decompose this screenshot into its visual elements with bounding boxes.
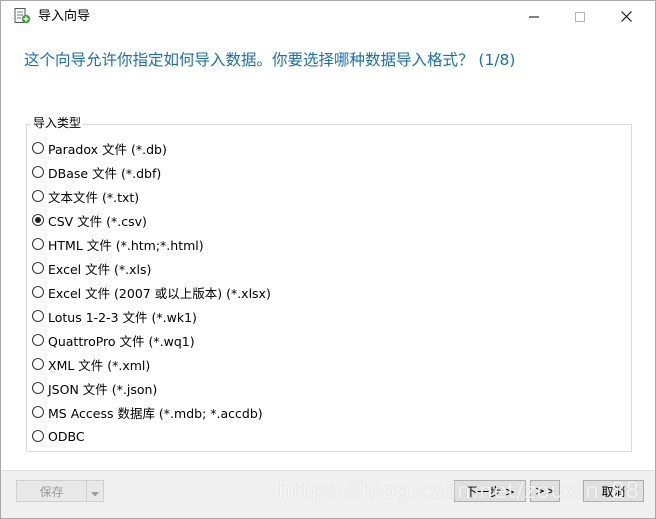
radio-label: HTML 文件 (*.htm;*.html) (48, 237, 204, 253)
radio-label: QuattroPro 文件 (*.wq1) (48, 333, 195, 349)
radio-label: XML 文件 (*.xml) (48, 357, 151, 373)
radio-option-quattropro[interactable]: QuattroPro 文件 (*.wq1) (32, 328, 271, 352)
save-button[interactable]: 保存 (17, 481, 86, 501)
maximize-icon (575, 11, 585, 22)
import-type-legend: 导入类型 (31, 115, 84, 131)
radio-option-lotus[interactable]: Lotus 1-2-3 文件 (*.wk1) (32, 304, 271, 328)
close-icon (620, 11, 632, 22)
radio-option-paradox[interactable]: Paradox 文件 (*.db) (32, 136, 271, 160)
radio-button[interactable] (32, 262, 44, 274)
import-wizard-window: 导入向导 这个向导允许你指定如何导入数据。你要选择哪种数据导入格式？ (1/8)… (0, 0, 656, 519)
chevron-down-icon (91, 482, 100, 501)
radio-option-excel-xlsx[interactable]: Excel 文件 (2007 或以上版本) (*.xlsx) (32, 280, 271, 304)
title-bar[interactable]: 导入向导 (1, 1, 655, 32)
radio-label: 文本文件 (*.txt) (48, 189, 140, 205)
radio-label: JSON 文件 (*.json) (48, 381, 158, 397)
radio-button[interactable] (32, 310, 44, 322)
radio-option-xml[interactable]: XML 文件 (*.xml) (32, 352, 271, 376)
radio-option-dbase[interactable]: DBase 文件 (*.dbf) (32, 160, 271, 184)
radio-label: ODBC (48, 428, 85, 444)
radio-label: Paradox 文件 (*.db) (48, 141, 167, 157)
radio-option-ms-access[interactable]: MS Access 数据库 (*.mdb; *.accdb) (32, 400, 271, 424)
radio-button[interactable] (32, 406, 44, 418)
radio-button[interactable] (32, 142, 44, 154)
radio-label: DBase 文件 (*.dbf) (48, 165, 162, 181)
wizard-prompt: 这个向导允许你指定如何导入数据。你要选择哪种数据导入格式？ (1/8) (24, 51, 516, 69)
save-split-button: 保存 (16, 480, 104, 502)
radio-button[interactable] (32, 334, 44, 346)
radio-label: Excel 文件 (2007 或以上版本) (*.xlsx) (48, 285, 271, 301)
radio-label: CSV 文件 (*.csv) (48, 213, 147, 229)
radio-button[interactable] (32, 286, 44, 298)
radio-label: Excel 文件 (*.xls) (48, 261, 152, 277)
close-button[interactable] (603, 1, 649, 32)
radio-button[interactable] (32, 190, 44, 202)
radio-option-json[interactable]: JSON 文件 (*.json) (32, 376, 271, 400)
radio-option-excel-xls[interactable]: Excel 文件 (*.xls) (32, 256, 271, 280)
import-type-options: Paradox 文件 (*.db) DBase 文件 (*.dbf) 文本文件 … (32, 136, 271, 448)
maximize-button[interactable] (557, 1, 603, 32)
radio-option-html[interactable]: HTML 文件 (*.htm;*.html) (32, 232, 271, 256)
window-title: 导入向导 (38, 9, 91, 24)
save-dropdown-button[interactable] (86, 481, 103, 501)
radio-button[interactable] (32, 238, 44, 250)
radio-button[interactable] (32, 430, 44, 442)
radio-label: Lotus 1-2-3 文件 (*.wk1) (48, 309, 197, 325)
radio-label: MS Access 数据库 (*.mdb; *.accdb) (48, 405, 263, 421)
radio-option-csv[interactable]: CSV 文件 (*.csv) (32, 208, 271, 232)
radio-button[interactable] (32, 166, 44, 178)
radio-button-selected[interactable] (32, 214, 44, 226)
watermark: https://blog.csdn.net/zouxin_88 (278, 479, 640, 504)
radio-option-text[interactable]: 文本文件 (*.txt) (32, 184, 271, 208)
minimize-button[interactable] (511, 1, 557, 32)
import-wizard-icon (13, 7, 31, 25)
radio-option-odbc[interactable]: ODBC (32, 424, 271, 448)
minimize-icon (529, 12, 539, 22)
radio-button[interactable] (32, 358, 44, 370)
radio-button[interactable] (32, 382, 44, 394)
